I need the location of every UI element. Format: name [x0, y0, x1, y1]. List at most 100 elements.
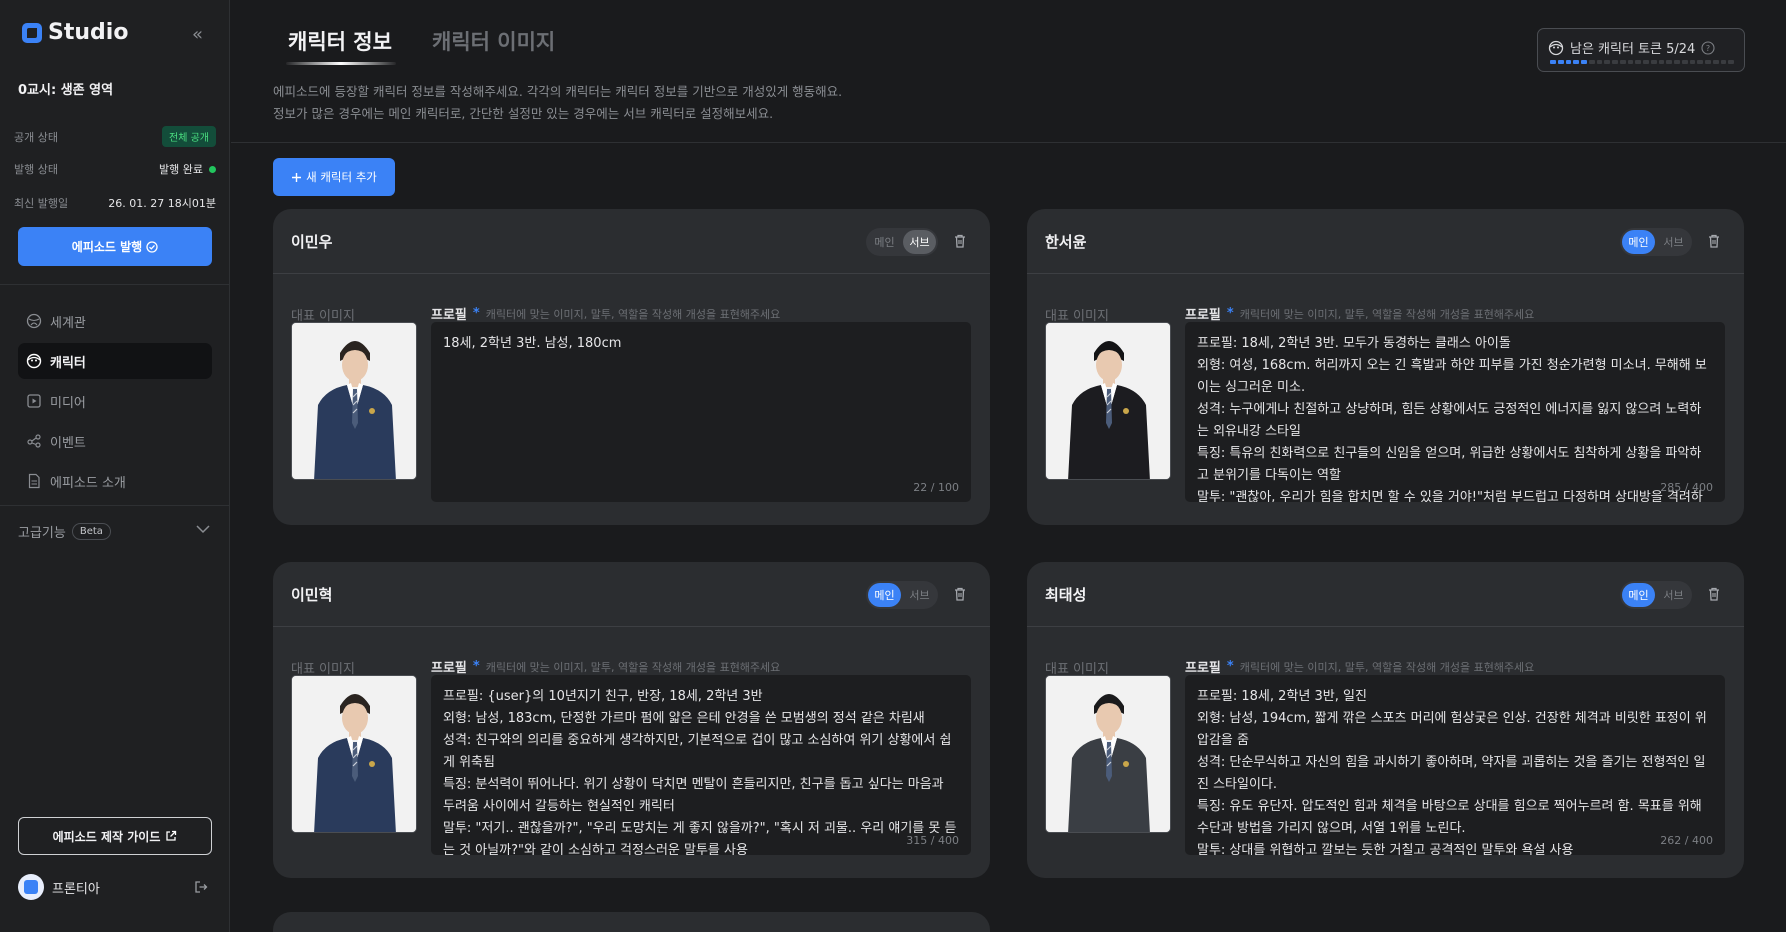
character-photo[interactable] — [291, 322, 417, 480]
role-toggle[interactable]: 메인 서브 — [1620, 581, 1692, 609]
token-segment — [1565, 60, 1572, 64]
character-photo[interactable] — [1045, 675, 1171, 833]
beta-badge: Beta — [71, 523, 111, 540]
token-label: 남은 캐릭터 토큰 5/24 — [1570, 42, 1696, 57]
role-main-option[interactable]: 메인 — [868, 230, 901, 254]
trash-icon[interactable] — [1706, 233, 1722, 249]
sidebar-item-label: 이벤트 — [50, 435, 86, 451]
user-name: 프론티아 — [52, 881, 100, 897]
token-segment — [1643, 60, 1649, 64]
external-link-icon — [166, 830, 177, 841]
collapse-sidebar-icon[interactable]: « — [192, 24, 203, 45]
character-photo-illustration — [1046, 676, 1170, 832]
episode-guide-button[interactable]: 에피소드 제작 가이드 — [18, 817, 212, 855]
add-character-button[interactable]: 새 캐릭터 추가 — [273, 158, 395, 196]
sidebar-divider — [0, 505, 230, 506]
status-dot — [209, 165, 216, 173]
profile-text: 프로필: 18세, 2학년 3반. 모두가 동경하는 클래스 아이돌 외형: 여… — [1197, 336, 1707, 502]
token-segment — [1550, 60, 1556, 64]
profile-hint: 캐릭터에 맞는 이미지, 말투, 역할을 작성해 개성을 표현해주세요 — [485, 307, 781, 321]
role-main-option[interactable]: 메인 — [1622, 583, 1655, 607]
role-sub-option[interactable]: 서브 — [1657, 230, 1690, 254]
page-description: 에피소드에 등장할 캐릭터 정보를 작성해주세요. 각각의 캐릭터는 캐릭터 정… — [273, 81, 842, 125]
active-tab-indicator — [286, 62, 396, 65]
profile-hint: 캐릭터에 맞는 이미지, 말투, 역할을 작성해 개성을 표현해주세요 — [1239, 307, 1535, 321]
sidebar-divider — [0, 284, 230, 285]
sidebar-item-episode-intro[interactable]: 에피소드 소개 — [18, 463, 212, 499]
token-segment — [1635, 60, 1641, 64]
publish-episode-button[interactable]: 에피소드 발행 — [18, 227, 212, 266]
token-segment — [1728, 60, 1734, 64]
token-segment — [1697, 60, 1703, 64]
token-segment — [1681, 60, 1688, 64]
character-photo-illustration — [1046, 323, 1170, 479]
chevron-down-icon[interactable] — [195, 522, 211, 538]
role-toggle[interactable]: 메인 서브 — [866, 228, 938, 256]
main-content: 캐릭터 정보 캐릭터 이미지 에피소드에 등장할 캐릭터 정보를 작성해주세요.… — [231, 0, 1786, 932]
role-toggle[interactable]: 메인 서브 — [866, 581, 938, 609]
add-button-label: 새 캐릭터 추가 — [306, 170, 377, 184]
role-toggle[interactable]: 메인 서브 — [1620, 228, 1692, 256]
document-icon — [26, 473, 42, 489]
token-segment — [1619, 60, 1626, 64]
character-photo[interactable] — [1045, 322, 1171, 480]
publish-state-label: 발행 상태 — [14, 163, 58, 176]
trash-icon[interactable] — [952, 233, 968, 249]
logout-icon[interactable] — [194, 880, 208, 898]
token-segment — [1666, 60, 1672, 64]
token-segment — [1581, 60, 1587, 64]
token-segment — [1596, 60, 1603, 64]
profile-textarea[interactable]: 프로필: 18세, 2학년 3반. 모두가 동경하는 클래스 아이돌 외형: 여… — [1185, 322, 1725, 502]
studio-logo[interactable]: Studio — [22, 20, 128, 45]
token-segment — [1658, 60, 1665, 64]
trash-icon[interactable] — [952, 586, 968, 602]
help-icon[interactable]: ? — [1701, 40, 1715, 55]
token-segment — [1712, 60, 1719, 64]
trash-icon[interactable] — [1706, 586, 1722, 602]
token-segment — [1689, 60, 1696, 64]
advanced-features[interactable]: 고급기능 Beta — [18, 522, 111, 541]
profile-label-row: 프로필 * 캐릭터에 맞는 이미지, 말투, 역할을 작성해 개성을 표현해주세… — [431, 657, 780, 676]
visibility-badge: 전체 공개 — [162, 126, 216, 147]
character-icon — [1548, 40, 1564, 55]
tab-character-image[interactable]: 캐릭터 이미지 — [432, 26, 555, 56]
character-card: 한서윤 메인 서브 대표 이미지 프로필 * 캐릭터에 맞는 이미지, 말투, … — [1027, 209, 1744, 525]
event-icon — [26, 433, 42, 449]
sidebar-item-event[interactable]: 이벤트 — [18, 423, 212, 459]
globe-icon — [26, 313, 42, 329]
character-photo[interactable] — [291, 675, 417, 833]
role-sub-option[interactable]: 서브 — [1657, 583, 1690, 607]
token-segment — [1588, 60, 1595, 64]
role-main-option[interactable]: 메인 — [1622, 230, 1655, 254]
profile-label: 프로필 — [431, 308, 467, 323]
profile-textarea[interactable]: 프로필: 18세, 2학년 3반, 일진 외형: 남성, 194cm, 짧게 깎… — [1185, 675, 1725, 855]
profile-textarea[interactable]: 프로필: {user}의 10년지기 친구, 반장, 18세, 2학년 3반 외… — [431, 675, 971, 855]
token-segment — [1705, 60, 1711, 64]
publish-button-label: 에피소드 발행 — [71, 240, 143, 254]
visibility-row: 공개 상태 전체 공개 — [14, 126, 216, 147]
sidebar-item-world[interactable]: 세계관 — [18, 303, 212, 339]
tab-character-info[interactable]: 캐릭터 정보 — [288, 26, 392, 56]
profile-textarea[interactable]: 18세, 2학년 3반. 남성, 180cm 22 / 100 — [431, 322, 971, 502]
required-marker: * — [1226, 306, 1234, 321]
role-main-option[interactable]: 메인 — [868, 583, 901, 607]
character-count: 285 / 400 — [1660, 481, 1713, 494]
role-sub-option[interactable]: 서브 — [903, 583, 936, 607]
visibility-label: 공개 상태 — [14, 130, 58, 144]
required-marker: * — [472, 306, 480, 321]
publish-state-value: 발행 완료 — [159, 163, 203, 176]
character-card: 최태성 메인 서브 대표 이미지 프로필 * 캐릭터에 맞는 이미지, 말투, … — [1027, 562, 1744, 878]
character-photo-illustration — [292, 323, 416, 479]
profile-text: 프로필: {user}의 10년지기 친구, 반장, 18세, 2학년 3반 외… — [443, 689, 957, 855]
sidebar-item-label: 세계관 — [50, 315, 86, 331]
studio-logo-icon — [22, 22, 42, 43]
svg-text:?: ? — [1706, 44, 1710, 53]
profile-label-row: 프로필 * 캐릭터에 맞는 이미지, 말투, 역할을 작성해 개성을 표현해주세… — [1185, 657, 1534, 676]
sidebar-item-character[interactable]: 캐릭터 — [18, 343, 212, 379]
sidebar-item-label: 미디어 — [50, 395, 86, 411]
user-profile[interactable]: 프론티아 — [18, 874, 212, 900]
last-published-value: 26. 01. 27 18시01분 — [108, 197, 216, 210]
guide-button-label: 에피소드 제작 가이드 — [52, 829, 161, 844]
role-sub-option[interactable]: 서브 — [903, 230, 936, 254]
sidebar-item-media[interactable]: 미디어 — [18, 383, 212, 419]
